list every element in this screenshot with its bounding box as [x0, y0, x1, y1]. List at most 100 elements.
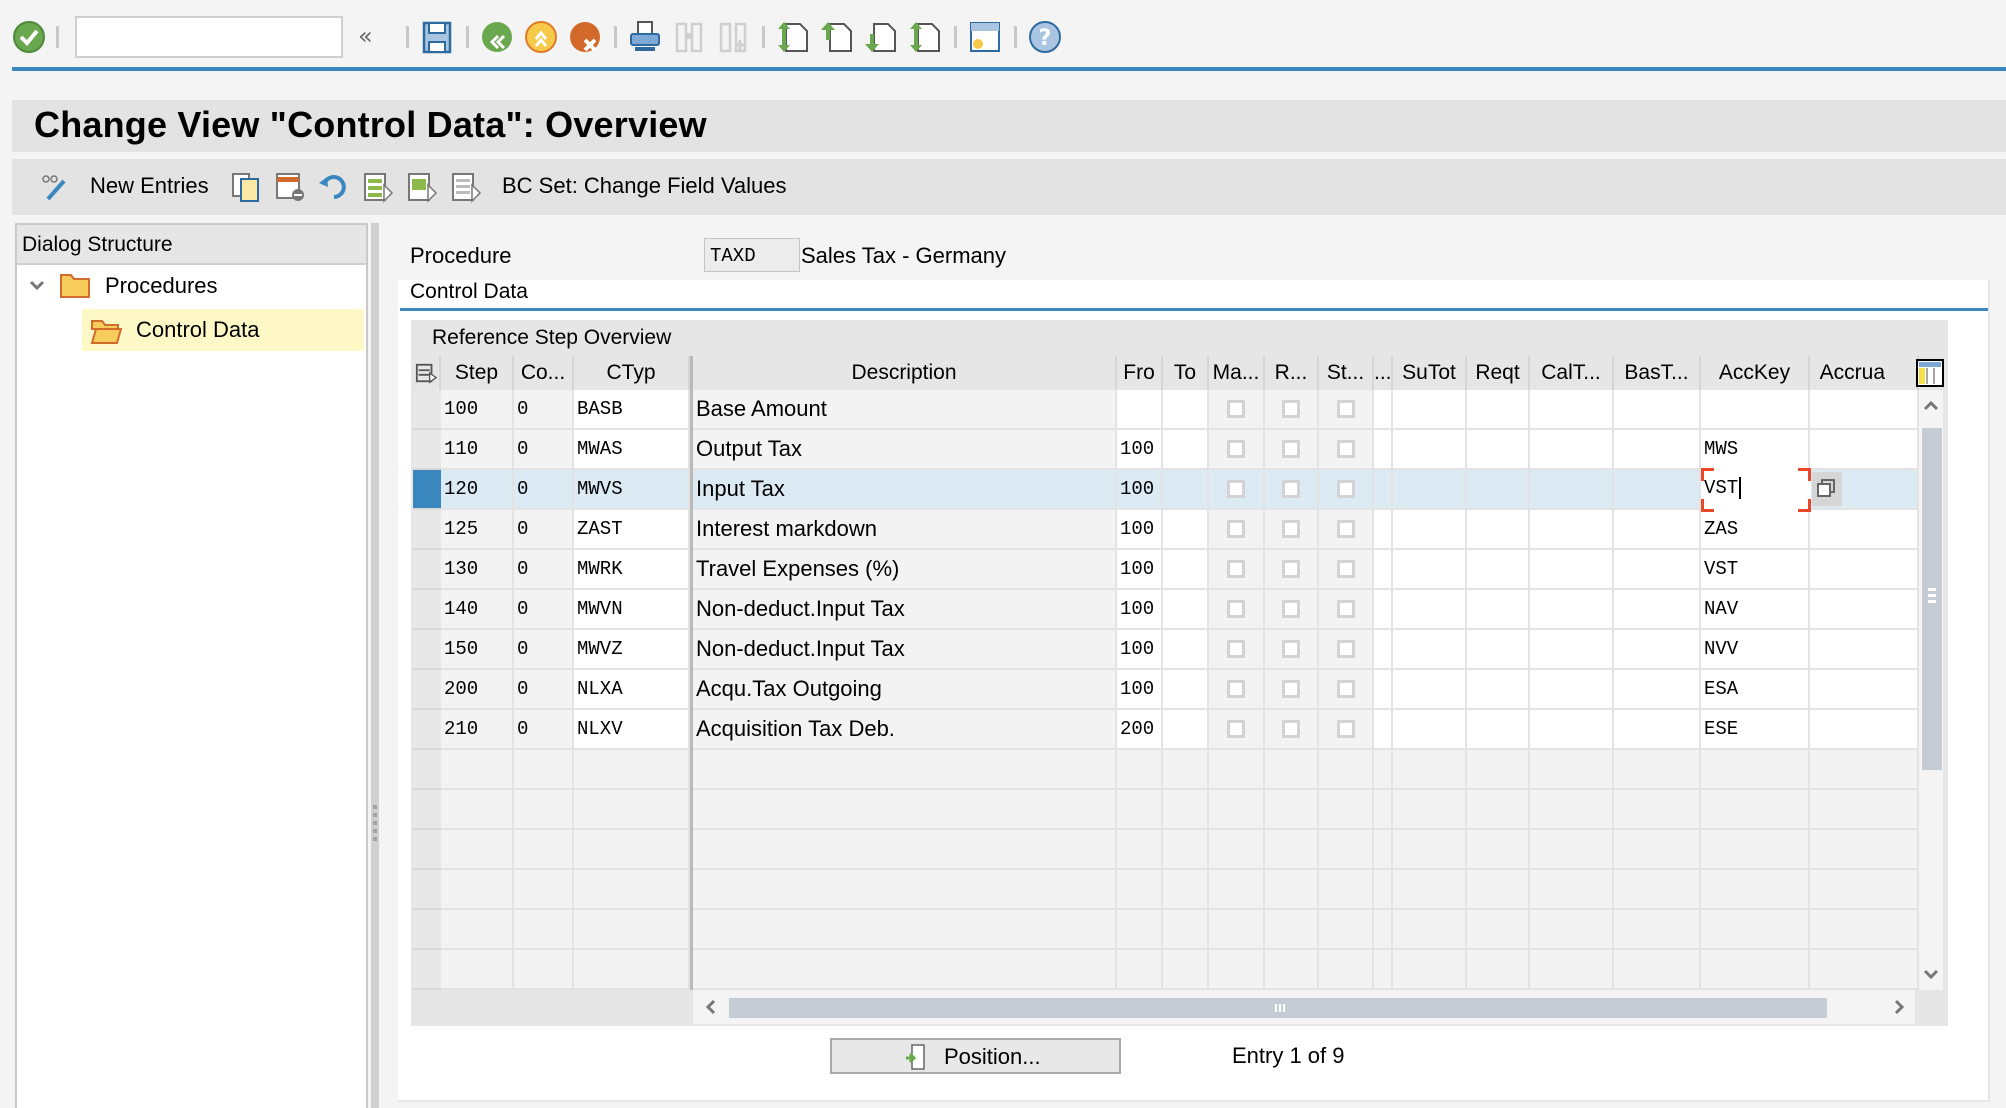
row-selector[interactable] — [413, 950, 441, 990]
checkbox[interactable] — [1227, 640, 1245, 658]
undo-icon[interactable] — [318, 171, 350, 203]
column-header[interactable]: Accrua — [1810, 356, 1919, 390]
column-header[interactable]: AccKey — [1701, 356, 1810, 390]
subtotal-cell[interactable] — [1393, 630, 1467, 670]
row-selector[interactable] — [413, 670, 441, 710]
scroll-right-icon[interactable] — [1889, 997, 1909, 1017]
vertical-scroll-thumb[interactable] — [1922, 428, 1942, 770]
customize-layout-icon[interactable] — [968, 20, 1002, 54]
to-cell[interactable] — [1163, 550, 1209, 590]
condition-type-cell[interactable]: NLXV — [574, 710, 690, 750]
checkbox[interactable] — [1282, 600, 1300, 618]
condition-type-cell[interactable]: BASB — [574, 390, 690, 430]
calc-type-cell[interactable] — [1530, 670, 1614, 710]
position-button[interactable]: Position... — [830, 1038, 1121, 1074]
subtotal-cell[interactable] — [1393, 670, 1467, 710]
account-key-cell[interactable]: MWS — [1701, 430, 1810, 470]
checkbox[interactable] — [1282, 440, 1300, 458]
checkbox[interactable] — [1227, 600, 1245, 618]
from-cell[interactable] — [1117, 390, 1163, 430]
account-key-cell[interactable]: ZAS — [1701, 510, 1810, 550]
command-collapse-icon[interactable]: « — [358, 22, 373, 50]
checkbox[interactable] — [1337, 600, 1355, 618]
horizontal-scroll-thumb[interactable] — [729, 998, 1827, 1018]
accruals-cell[interactable] — [1810, 630, 1919, 670]
row-selector[interactable] — [413, 710, 441, 750]
requirement-cell[interactable] — [1467, 390, 1530, 430]
last-page-icon[interactable] — [908, 20, 942, 54]
account-key-input[interactable]: VST — [1701, 468, 1811, 512]
calc-type-cell[interactable] — [1530, 430, 1614, 470]
checkbox[interactable] — [1227, 560, 1245, 578]
checkbox[interactable] — [1227, 440, 1245, 458]
accruals-cell[interactable] — [1810, 390, 1919, 430]
checkbox[interactable] — [1337, 720, 1355, 738]
condition-type-cell[interactable]: MWAS — [574, 430, 690, 470]
checkbox[interactable] — [1227, 680, 1245, 698]
new-entries-icon[interactable] — [38, 171, 70, 203]
from-cell[interactable]: 100 — [1117, 630, 1163, 670]
save-icon[interactable] — [420, 20, 454, 54]
from-cell[interactable]: 200 — [1117, 710, 1163, 750]
table-layout-icon[interactable] — [1916, 359, 1944, 387]
row-selector[interactable] — [413, 630, 441, 670]
accruals-cell[interactable] — [1810, 670, 1919, 710]
row-selector[interactable] — [413, 750, 441, 790]
condition-type-cell[interactable]: ZAST — [574, 510, 690, 550]
tree-item-control-data[interactable]: Control Data — [82, 309, 364, 351]
requirement-cell[interactable] — [1467, 550, 1530, 590]
first-page-icon[interactable] — [776, 20, 810, 54]
back-icon[interactable] — [480, 20, 514, 54]
calc-type-cell[interactable] — [1530, 390, 1614, 430]
scroll-left-icon[interactable] — [701, 997, 721, 1017]
column-header[interactable]: ... — [1374, 356, 1393, 390]
base-type-cell[interactable] — [1614, 510, 1701, 550]
row-selector[interactable] — [413, 510, 441, 550]
value-help-icon[interactable] — [1812, 472, 1842, 506]
vertical-scrollbar[interactable] — [1919, 390, 1943, 990]
requirement-cell[interactable] — [1467, 590, 1530, 630]
subtotal-cell[interactable] — [1393, 710, 1467, 750]
column-header[interactable]: BasT... — [1614, 356, 1701, 390]
to-cell[interactable] — [1163, 590, 1209, 630]
from-cell[interactable]: 100 — [1117, 430, 1163, 470]
to-cell[interactable] — [1163, 630, 1209, 670]
column-header[interactable]: CalT... — [1530, 356, 1614, 390]
subtotal-cell[interactable] — [1393, 390, 1467, 430]
enter-check-icon[interactable] — [12, 20, 46, 54]
row-selector[interactable] — [413, 870, 441, 910]
copy-as-icon[interactable] — [230, 171, 262, 203]
base-type-cell[interactable] — [1614, 430, 1701, 470]
account-key-cell[interactable] — [1701, 390, 1810, 430]
new-entries-button[interactable]: New Entries — [90, 173, 209, 199]
checkbox[interactable] — [1337, 400, 1355, 418]
account-key-cell[interactable]: NVV — [1701, 630, 1810, 670]
column-header[interactable]: Reqt — [1467, 356, 1530, 390]
checkbox[interactable] — [1282, 520, 1300, 538]
column-header[interactable]: St... — [1319, 356, 1374, 390]
subtotal-cell[interactable] — [1393, 550, 1467, 590]
previous-page-icon[interactable] — [820, 20, 854, 54]
from-cell[interactable]: 100 — [1117, 550, 1163, 590]
column-header[interactable]: Ma... — [1209, 356, 1265, 390]
row-selector[interactable] — [413, 830, 441, 870]
calc-type-cell[interactable] — [1530, 630, 1614, 670]
checkbox[interactable] — [1282, 680, 1300, 698]
subtotal-cell[interactable] — [1393, 590, 1467, 630]
base-type-cell[interactable] — [1614, 590, 1701, 630]
accruals-cell[interactable] — [1810, 510, 1919, 550]
requirement-cell[interactable] — [1467, 510, 1530, 550]
row-selector[interactable] — [413, 470, 441, 510]
print-cell[interactable] — [1374, 430, 1393, 470]
print-cell[interactable] — [1374, 590, 1393, 630]
subtotal-cell[interactable] — [1393, 510, 1467, 550]
column-header[interactable]: R... — [1265, 356, 1319, 390]
print-cell[interactable] — [1374, 710, 1393, 750]
column-header[interactable]: Fro — [1117, 356, 1163, 390]
panel-splitter[interactable] — [371, 223, 379, 1108]
calc-type-cell[interactable] — [1530, 550, 1614, 590]
base-type-cell[interactable] — [1614, 550, 1701, 590]
checkbox[interactable] — [1337, 640, 1355, 658]
delete-icon[interactable] — [274, 171, 306, 203]
calc-type-cell[interactable] — [1530, 710, 1614, 750]
